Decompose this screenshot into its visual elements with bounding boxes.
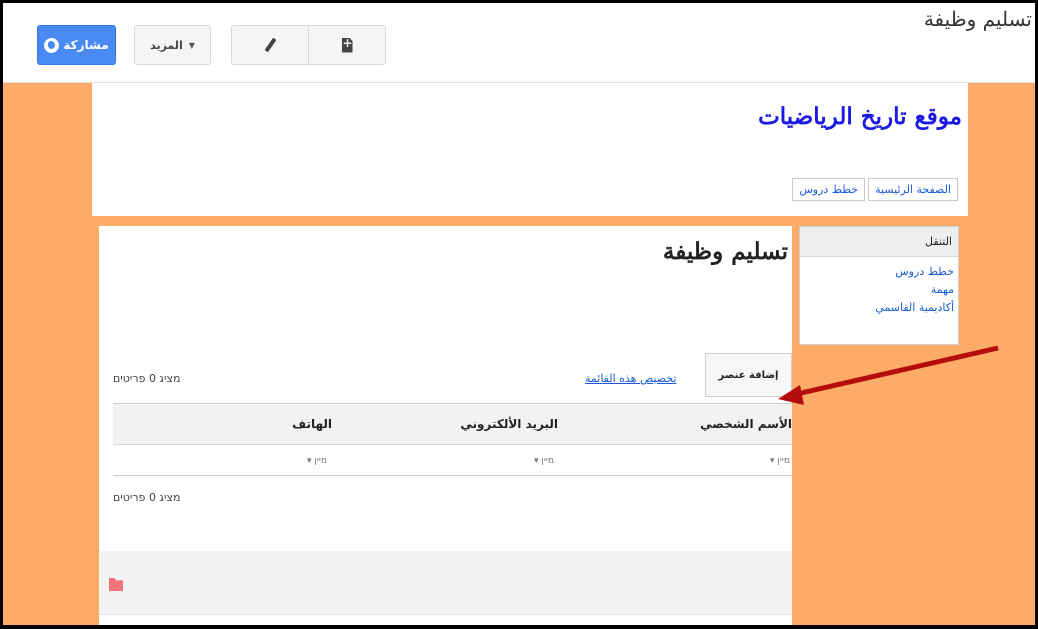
sort-label: מיין — [777, 456, 790, 466]
column-header-phone[interactable]: الهاتف — [292, 417, 332, 431]
table-header: الأسم الشخصي البريد الألكتروني الهاتف — [113, 403, 792, 445]
nav-tab-lesson-plans[interactable]: خطط دروس — [792, 178, 866, 201]
folder-icon[interactable] — [109, 578, 123, 591]
column-header-email[interactable]: البريد الألكتروني — [460, 417, 558, 431]
sort-dropdown-phone[interactable]: מיין ▾ — [307, 456, 327, 466]
item-count-bottom: מציג 0 פריטים — [113, 491, 181, 504]
edit-tools — [231, 25, 386, 65]
site-title[interactable]: موقع تاريخ الرياضيات — [758, 103, 962, 130]
sort-dropdown-email[interactable]: מיין ▾ — [534, 456, 554, 466]
edit-page-button[interactable] — [232, 26, 308, 64]
sidebar-link-academy[interactable]: أكاديمية القاسمي — [800, 299, 954, 317]
sidebar-link-lesson-plans[interactable]: خطط دروس — [800, 263, 954, 281]
sort-dropdown-name[interactable]: מיין ▾ — [770, 456, 790, 466]
more-dropdown[interactable]: المزيد ▼ — [134, 25, 211, 65]
list-table: الأسم الشخصي البريد الألكتروني الهاتف מי… — [113, 403, 792, 476]
share-button-label: مشاركة — [63, 38, 109, 52]
screenshot-frame: مشاركة المزيد ▼ تسليم وظيفة موقع تاريخ ا… — [3, 3, 1035, 625]
navigation-sidebar: التنقل خطط دروس مهمة أكاديمية القاسمي — [799, 226, 959, 345]
caret-down-icon: ▼ — [188, 40, 195, 50]
page-title: تسليم وظيفة — [662, 238, 788, 265]
new-page-icon — [341, 37, 353, 53]
column-header-name[interactable]: الأسم الشخصي — [700, 417, 792, 431]
more-label: المزيد — [150, 38, 183, 52]
nav-tab-home[interactable]: الصفحة الرئيسية — [868, 178, 958, 201]
pencil-icon — [264, 37, 276, 53]
sidebar-link-task[interactable]: مهمة — [800, 281, 954, 299]
attachments-area — [99, 551, 792, 615]
sidebar-links: خطط دروس مهمة أكاديمية القاسمي — [800, 257, 958, 317]
sort-filter-row: מיין ▾ מיין ▾ מיין ▾ — [113, 445, 792, 476]
editor-toolbar: مشاركة المزيد ▼ تسليم وظيفة — [3, 3, 1035, 83]
item-count-top: מציג 0 פריטים — [113, 372, 181, 385]
site-page: موقع تاريخ الرياضيات الصفحة الرئيسية خطط… — [3, 83, 1035, 625]
globe-icon — [44, 37, 60, 53]
sidebar-heading: التنقل — [800, 227, 958, 257]
add-item-button[interactable]: إضافة عنصر — [705, 353, 792, 397]
sort-label: מיין — [314, 456, 327, 466]
site-navigation: الصفحة الرئيسية خطط دروس — [792, 178, 958, 201]
new-page-button[interactable] — [308, 26, 385, 64]
main-content: تسليم وظيفة إضافة عنصر تخصيص هذه القائمة… — [99, 226, 792, 625]
customize-list-link[interactable]: تخصيص هذه القائمة — [585, 372, 676, 385]
sort-label: מיין — [541, 456, 554, 466]
document-title: تسليم وظيفة — [923, 7, 1032, 31]
site-header: موقع تاريخ الرياضيات الصفحة الرئيسية خطط… — [92, 83, 968, 216]
share-button[interactable]: مشاركة — [37, 25, 116, 65]
add-item-label: إضافة عنصر — [718, 369, 779, 381]
